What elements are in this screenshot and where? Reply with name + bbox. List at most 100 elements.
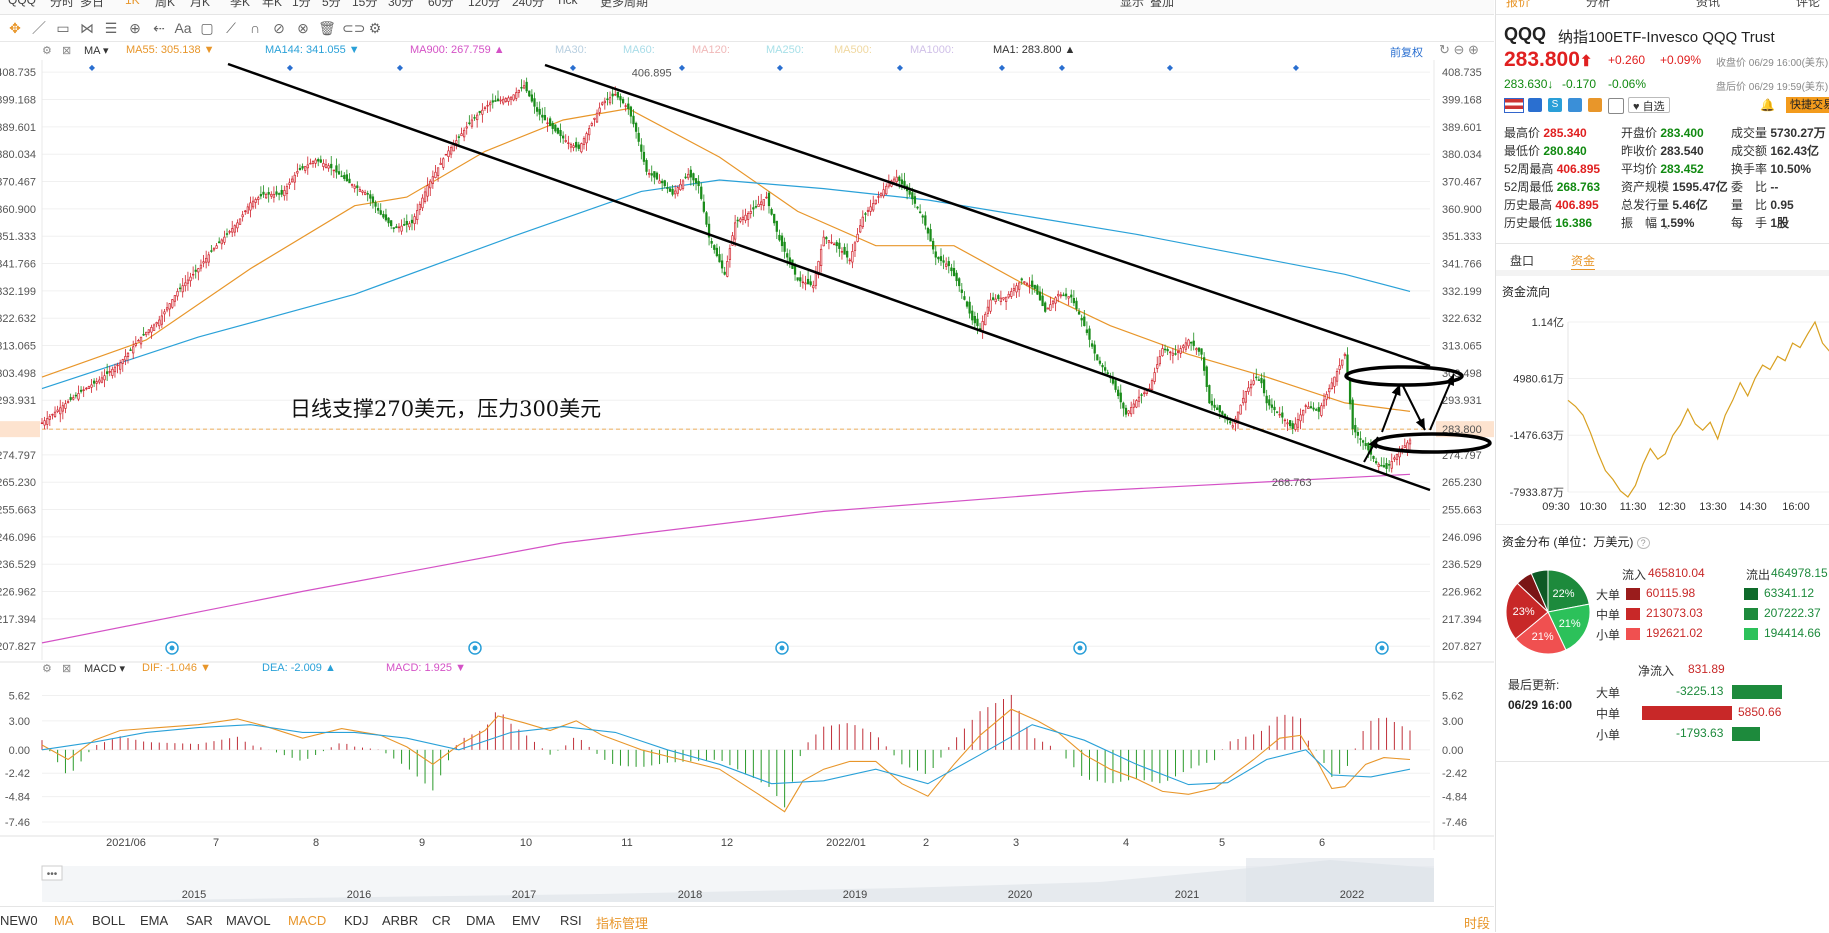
tag-icon[interactable] bbox=[1588, 98, 1602, 112]
adjust-mode-button[interactable]: 前复权 bbox=[1390, 44, 1423, 60]
indicator-tab[interactable]: DMA bbox=[466, 913, 495, 928]
candle-body bbox=[1242, 397, 1245, 404]
period-tab[interactable]: 分时 bbox=[50, 0, 74, 10]
indicator-tab[interactable]: MAVOL bbox=[226, 913, 271, 928]
line-icon[interactable]: ／ bbox=[30, 19, 48, 37]
magnet-icon[interactable]: ∩ bbox=[246, 19, 264, 37]
fib-icon[interactable]: ⋈ bbox=[78, 19, 96, 37]
collapse-icon[interactable]: ⌃ bbox=[1662, 226, 1670, 237]
indicator-tab[interactable]: EMA bbox=[140, 913, 168, 928]
s-icon[interactable]: S bbox=[1548, 98, 1562, 112]
candle-body bbox=[1247, 387, 1250, 392]
candle-body bbox=[322, 163, 325, 167]
quote-tab[interactable]: 报价 bbox=[1506, 0, 1530, 10]
candle-body bbox=[1296, 419, 1300, 428]
indicator-tab[interactable]: RSI bbox=[560, 913, 582, 928]
period-tab[interactable]: 1分 bbox=[292, 0, 311, 10]
note-icon[interactable]: ▢ bbox=[198, 19, 216, 37]
candle-body bbox=[548, 118, 552, 127]
indicator-name[interactable]: MA ▾ bbox=[84, 44, 108, 57]
add-watchlist-button[interactable]: ♥ 自选 bbox=[1628, 97, 1670, 113]
subtab-pankou[interactable]: 盘口 bbox=[1510, 252, 1534, 269]
subtab-capital[interactable]: 资金 bbox=[1571, 252, 1596, 271]
candle-body bbox=[739, 218, 742, 222]
period-tab[interactable]: Tick bbox=[556, 0, 578, 7]
period-tab[interactable]: 月K bbox=[190, 0, 210, 10]
candle-body bbox=[137, 340, 140, 342]
period-tab[interactable]: 显示 bbox=[1120, 0, 1144, 10]
period-tab[interactable]: 年K bbox=[262, 0, 282, 10]
period-tab[interactable]: 5分 bbox=[322, 0, 341, 10]
period-tab[interactable]: 周K bbox=[155, 0, 175, 10]
arrow-icon[interactable]: ⇠ bbox=[150, 19, 168, 37]
candle-body bbox=[176, 291, 179, 297]
candle-body bbox=[327, 165, 330, 169]
eye-icon[interactable]: ⊗ bbox=[294, 19, 312, 37]
quick-trade-button[interactable]: 快捷交易 bbox=[1786, 97, 1829, 113]
event-marker: ◆ bbox=[777, 63, 784, 72]
quote-tab[interactable]: 资讯 bbox=[1696, 0, 1720, 10]
period-tab[interactable]: 120分 bbox=[468, 0, 500, 10]
settings-icon[interactable]: ⚙ bbox=[42, 44, 52, 57]
candle-body bbox=[108, 371, 111, 373]
close-icon[interactable]: ⊠ bbox=[62, 44, 71, 57]
crosshair-icon[interactable]: ✥ bbox=[6, 19, 24, 37]
candle-body bbox=[455, 140, 458, 144]
period-tab[interactable]: 叠加 bbox=[1150, 0, 1174, 10]
doc-icon[interactable] bbox=[1608, 98, 1624, 114]
panel-controls[interactable]: ↻ ⊖ ⊕ bbox=[1439, 42, 1479, 58]
period-tab[interactable]: QQQ bbox=[8, 0, 36, 7]
flow-row-out: 207222.37 bbox=[1764, 606, 1821, 620]
ruler-icon[interactable]: ⟋ bbox=[222, 19, 240, 37]
candle-body bbox=[989, 299, 992, 312]
rect-icon[interactable]: ▭ bbox=[54, 19, 72, 37]
period-tab[interactable]: 多日 bbox=[80, 0, 104, 10]
flow-chart[interactable]: 1.14亿 4980.61万 -1476.63万 -7933.87万 09:30 10:3… bbox=[1496, 300, 1829, 520]
trash-icon[interactable]: 🗑 bbox=[318, 19, 336, 37]
period-tab[interactable]: 15分 bbox=[352, 0, 377, 10]
macd-tick: -7.46 bbox=[1442, 817, 1467, 829]
indicator-tab[interactable]: BOLL bbox=[92, 913, 125, 928]
candle-body bbox=[1210, 400, 1214, 406]
settings-icon[interactable]: ⚙ bbox=[366, 19, 384, 37]
indicator-tab[interactable]: ARBR bbox=[382, 913, 418, 928]
indicator-tab[interactable]: MACD bbox=[288, 913, 326, 928]
session-button[interactable]: 时段 bbox=[1464, 913, 1490, 932]
kline-chart[interactable]: ◆ ◆ ◆ ◆ ◆ ◆ ◆ ◆ ◆ ◆ ◆ 408.735 399.168 389.601 380.034… bbox=[0, 60, 1494, 906]
period-tab[interactable]: 60分 bbox=[428, 0, 453, 10]
indicator-tab[interactable]: KDJ bbox=[344, 913, 369, 928]
candle-body bbox=[687, 173, 690, 179]
candle-body bbox=[684, 176, 687, 179]
bell-icon[interactable]: 🔔 bbox=[1760, 98, 1775, 112]
indicator-tab[interactable]: NEW0 bbox=[0, 913, 38, 928]
event-marker: ◆ bbox=[89, 63, 96, 72]
candle-body bbox=[147, 329, 150, 333]
chain-icon[interactable] bbox=[1568, 98, 1582, 112]
help-icon[interactable]: ? bbox=[1636, 537, 1650, 549]
drawing-toolbar: ✥ ／ ▭ ⋈ ☰ ⊕ ⇠ Aa ▢ ⟋ ∩ ⊘ ⊗ 🗑 ⊂⊃ ⚙ bbox=[0, 15, 1494, 42]
period-tab[interactable]: 30分 bbox=[388, 0, 413, 10]
quote-tab[interactable]: 评论 bbox=[1796, 0, 1820, 10]
quote-tab[interactable]: 分析 bbox=[1586, 0, 1610, 10]
link-icon[interactable]: ⊂⊃ bbox=[342, 19, 365, 37]
candle-body bbox=[650, 173, 653, 176]
period-tab[interactable]: 更多周期 bbox=[600, 0, 648, 10]
indicator-tab[interactable]: SAR bbox=[186, 913, 213, 928]
indicator-tab[interactable]: MA bbox=[54, 913, 74, 928]
text-icon[interactable]: Aa bbox=[174, 19, 192, 37]
lock-icon[interactable]: ⊘ bbox=[270, 19, 288, 37]
period-tab[interactable]: 1K bbox=[125, 0, 140, 7]
level2-icon[interactable] bbox=[1528, 98, 1542, 112]
candle-body bbox=[947, 261, 950, 267]
candle-body bbox=[705, 212, 708, 225]
period-tab[interactable]: 季K bbox=[230, 0, 250, 10]
indicator-tab[interactable]: CR bbox=[432, 913, 451, 928]
indicator-tab[interactable]: EMV bbox=[512, 913, 540, 928]
stat-item: 量 比 0.95 bbox=[1731, 196, 1794, 213]
pitchfork-icon[interactable]: ⊕ bbox=[126, 19, 144, 37]
channel-icon[interactable]: ☰ bbox=[102, 19, 120, 37]
candle-body bbox=[535, 107, 539, 112]
period-tab[interactable]: 240分 bbox=[512, 0, 544, 10]
candle-body bbox=[1200, 348, 1203, 355]
indicator-tab[interactable]: 指标管理 bbox=[596, 913, 648, 932]
